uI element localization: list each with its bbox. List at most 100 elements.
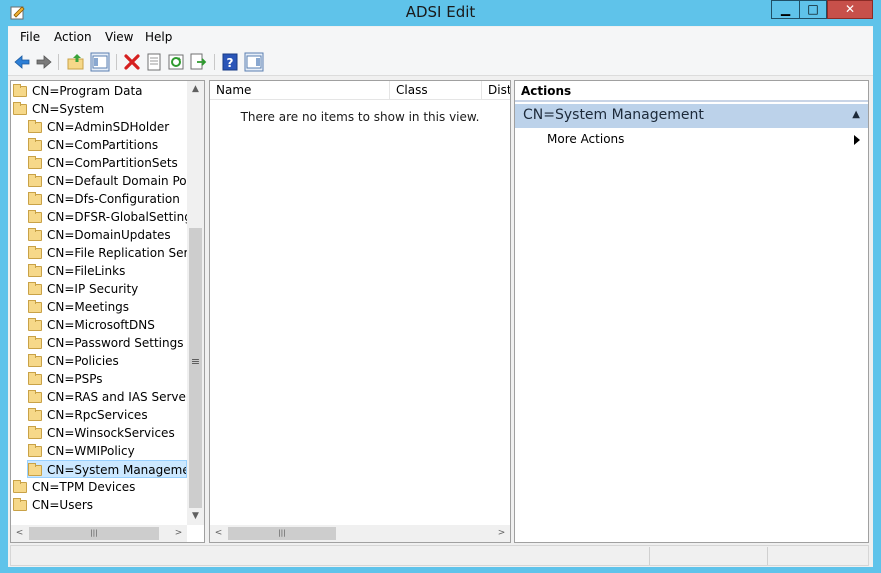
tree-item-label: CN=Users: [32, 498, 94, 512]
tree-item[interactable]: CN=WMIPolicy: [11, 442, 187, 460]
tree-item-label: CN=PSPs: [47, 372, 103, 386]
tree-hscroll-thumb[interactable]: |||: [29, 527, 159, 540]
tree-item[interactable]: CN=RpcServices: [11, 406, 187, 424]
tree-item[interactable]: CN=Default Domain Policy: [11, 172, 187, 190]
collapse-up-icon[interactable]: ▲: [852, 109, 860, 120]
submenu-arrow-icon[interactable]: [853, 135, 861, 145]
tree-item-label: CN=TPM Devices: [32, 480, 136, 494]
folder-icon: [28, 444, 42, 457]
folder-icon: [28, 138, 42, 151]
tree-item-label: CN=AdminSDHolder: [47, 120, 170, 134]
minimize-button[interactable]: ▁: [771, 0, 799, 19]
show-hide-tree-icon[interactable]: [90, 52, 110, 72]
folder-icon: [28, 318, 42, 331]
tree-item[interactable]: CN=DomainUpdates: [11, 226, 187, 244]
window-title: ADSI Edit: [405, 3, 476, 21]
scroll-right-icon[interactable]: >: [493, 525, 510, 542]
tree-item-label: CN=WinsockServices: [47, 426, 175, 440]
tree-item[interactable]: CN=MicrosoftDNS: [11, 316, 187, 334]
tree-item-label: CN=File Replication Service: [47, 246, 187, 260]
toolbar: ?: [8, 48, 873, 76]
empty-list-message: There are no items to show in this view.: [240, 110, 480, 124]
folder-icon: [28, 372, 42, 385]
scroll-right-icon[interactable]: >: [170, 525, 187, 542]
forward-icon[interactable]: [34, 52, 54, 72]
tree-item[interactable]: CN=FileLinks: [11, 262, 187, 280]
tree-item[interactable]: CN=Dfs-Configuration: [11, 190, 187, 208]
menu-help[interactable]: Help: [145, 30, 172, 44]
help-icon[interactable]: ?: [220, 52, 240, 72]
tree-item-label: CN=Policies: [47, 354, 119, 368]
tree-item-label: CN=RAS and IAS Servers Access Check: [47, 390, 187, 404]
tree-item[interactable]: CN=ComPartitionSets: [11, 154, 187, 172]
folder-icon: [28, 246, 42, 259]
export-list-icon[interactable]: [188, 52, 208, 72]
tree-item-label: CN=Meetings: [47, 300, 130, 314]
actions-pane: [514, 80, 869, 543]
more-actions-item[interactable]: More Actions: [547, 132, 624, 146]
scroll-left-icon[interactable]: <: [11, 525, 28, 542]
scroll-down-icon[interactable]: ▼: [187, 508, 204, 525]
scroll-up-icon[interactable]: ▲: [187, 81, 204, 98]
status-bar: [10, 545, 869, 566]
tree-horizontal-scrollbar[interactable]: < ||| >: [11, 525, 187, 542]
actions-pane-title: Actions: [515, 81, 868, 102]
tree-item[interactable]: CN=System: [11, 100, 187, 118]
folder-icon: [28, 354, 42, 367]
folder-icon: [28, 463, 42, 476]
list-hscroll-thumb[interactable]: |||: [228, 527, 336, 540]
tree-item[interactable]: CN=IP Security: [11, 280, 187, 298]
folder-icon: [28, 300, 42, 313]
list-horizontal-scrollbar[interactable]: < ||| >: [210, 525, 510, 542]
tree-item[interactable]: CN=File Replication Service: [11, 244, 187, 262]
folder-icon: [28, 408, 42, 421]
folder-icon: [13, 84, 27, 97]
tree-item[interactable]: CN=System Management: [27, 460, 187, 478]
folder-icon: [28, 282, 42, 295]
properties-icon[interactable]: [144, 52, 164, 72]
actions-section-header[interactable]: CN=System Management ▲: [515, 104, 868, 128]
tree-item[interactable]: CN=WinsockServices: [11, 424, 187, 442]
tree-vertical-scrollbar[interactable]: ▲ ≡ ▼: [187, 81, 204, 525]
tree-item[interactable]: CN=Users: [11, 496, 187, 514]
menu-file[interactable]: File: [20, 30, 40, 44]
tree-item-label: CN=Dfs-Configuration: [47, 192, 180, 206]
tree-item[interactable]: CN=Program Data: [11, 82, 187, 100]
tree-item-label: CN=Default Domain Policy: [47, 174, 187, 188]
tree-item[interactable]: CN=Meetings: [11, 298, 187, 316]
tree-item-label: CN=WMIPolicy: [47, 444, 135, 458]
back-icon[interactable]: [12, 52, 32, 72]
tree-item-label: CN=Program Data: [32, 84, 143, 98]
delete-icon[interactable]: [122, 52, 142, 72]
tree-item[interactable]: CN=PSPs: [11, 370, 187, 388]
show-hide-action-pane-icon[interactable]: [244, 52, 264, 72]
tree-item-label: CN=IP Security: [47, 282, 139, 296]
scroll-left-icon[interactable]: <: [210, 525, 227, 542]
column-name-header[interactable]: Name: [210, 81, 390, 100]
status-divider: [767, 547, 768, 565]
folder-icon: [13, 498, 27, 511]
menu-view[interactable]: View: [105, 30, 133, 44]
tree-item[interactable]: CN=DFSR-GlobalSettings: [11, 208, 187, 226]
tree-item[interactable]: CN=AdminSDHolder: [11, 118, 187, 136]
tree-item[interactable]: CN=Password Settings Container: [11, 334, 187, 352]
up-folder-icon[interactable]: [66, 52, 86, 72]
more-actions-label: More Actions: [547, 132, 625, 146]
folder-icon: [28, 336, 42, 349]
tree-item[interactable]: CN=RAS and IAS Servers Access Check: [11, 388, 187, 406]
column-class-header[interactable]: Class: [390, 81, 482, 100]
maximize-button[interactable]: □: [799, 0, 827, 19]
results-list-pane[interactable]: < ||| >: [209, 80, 511, 543]
menu-action[interactable]: Action: [54, 30, 92, 44]
close-button[interactable]: ✕: [827, 0, 873, 19]
tree-item[interactable]: CN=ComPartitions: [11, 136, 187, 154]
list-column-header: Name Class Disti: [210, 81, 510, 100]
tree-item[interactable]: CN=Policies: [11, 352, 187, 370]
column-distinguished-name-header[interactable]: Disti: [482, 81, 510, 100]
tree-item-label: CN=ComPartitionSets: [47, 156, 178, 170]
tree-pane[interactable]: CN=Program Data CN=System CN=AdminSDHolder…: [10, 80, 205, 543]
refresh-icon[interactable]: [166, 52, 186, 72]
folder-icon: [28, 156, 42, 169]
tree-scroll-thumb[interactable]: ≡: [189, 228, 202, 508]
tree-item[interactable]: CN=TPM Devices: [11, 478, 187, 496]
